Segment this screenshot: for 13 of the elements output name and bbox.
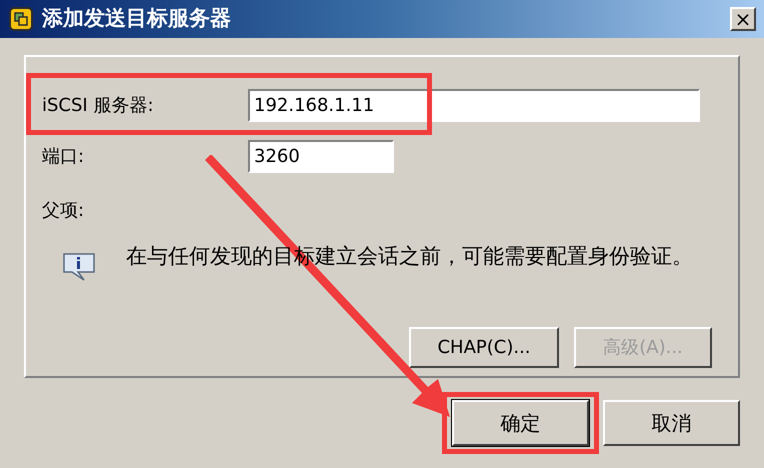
info-text: 在与任何发现的目标建立会话之前，可能需要配置身份验证。 [126,243,694,270]
parent-label: 父项: [42,199,86,223]
window-title: 添加发送目标服务器 [42,5,232,32]
field-label: 端口: [42,145,86,169]
field-label: iSCSI 服务器: [42,94,155,118]
cancel-button[interactable]: 取消 [603,400,740,446]
dialog-button[interactable]: CHAP(C)... [409,327,559,368]
input-field[interactable]: 192.168.1.11 [248,89,700,122]
close-button[interactable]: × [730,7,756,31]
input-field[interactable]: 3260 [248,140,394,173]
ok-button[interactable]: 确定 [452,400,589,446]
info-icon [62,252,96,282]
app-logo-icon [8,6,34,32]
